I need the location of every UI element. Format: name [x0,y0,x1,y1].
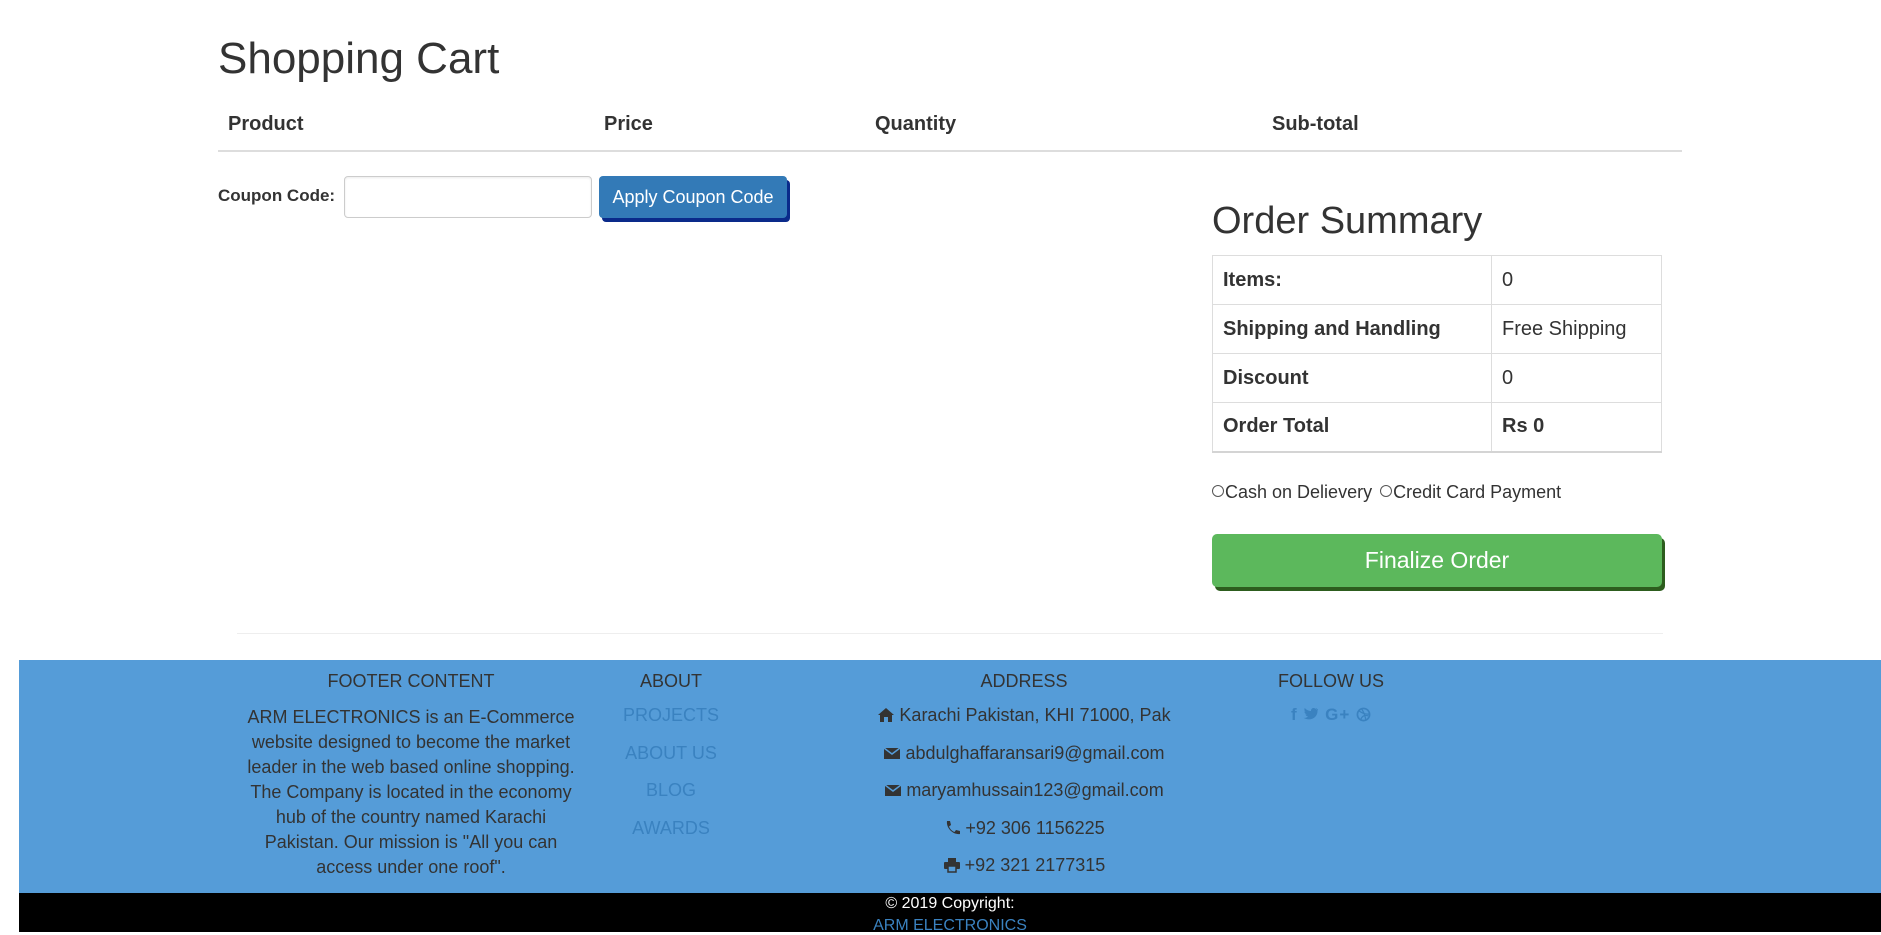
copyright-bar: © 2019 Copyright: ARM ELECTRONICS [19,893,1881,935]
page-title: Shopping Cart [218,34,500,83]
payment-options: Cash on Delievery Credit Card Payment [1212,482,1561,503]
copyright-text: © 2019 Copyright: [885,895,1015,912]
fax-text: +92 321 2177315 [964,855,1106,875]
footer-address-heading: ADDRESS [980,671,1068,691]
finalize-order-button[interactable]: Finalize Order [1212,534,1662,587]
fax-line: +92 321 2177315 [859,855,1189,876]
footer-content-heading: FOOTER CONTENT [327,671,495,691]
credit-card-radio[interactable] [1380,485,1393,497]
column-quantity: Quantity [875,113,957,135]
social-icons: f G+ [1266,705,1396,725]
divider [237,633,1663,634]
brand-link[interactable]: ARM ELECTRONICS [19,917,1881,935]
email-line: abdulghaffaransari9@gmail.com [859,743,1189,764]
print-icon [943,858,960,873]
summary-row-discount: Discount 0 [1212,353,1662,403]
cash-on-delivery-radio[interactable] [1212,485,1224,497]
summary-row-shipping: Shipping and Handling Free Shipping [1212,304,1662,354]
footer-follow-heading: FOLLOW US [1277,671,1384,691]
cash-on-delivery-label[interactable]: Cash on Delievery [1225,482,1372,502]
address-text: Karachi Pakistan, KHI 71000, Pak [899,705,1171,725]
order-summary-table: Items: 0 Shipping and Handling Free Ship… [1212,255,1662,453]
footer-about-heading: ABOUT [639,671,702,691]
footer: FOOTER CONTENT ARM ELECTRONICS is an E-C… [19,660,1881,893]
facebook-icon[interactable]: f [1291,705,1298,725]
column-product: Product [228,113,304,135]
address-line: Karachi Pakistan, KHI 71000, Pak [859,705,1189,726]
credit-card-label[interactable]: Credit Card Payment [1393,482,1561,502]
footer-link-about-us[interactable]: ABOUT US [615,743,727,764]
order-summary-title: Order Summary [1212,200,1483,242]
apply-coupon-button[interactable]: Apply Coupon Code [599,176,787,218]
twitter-icon[interactable] [1303,705,1319,725]
cart-table-header: Product Price Quantity Sub-total [218,108,1682,152]
footer-link-projects[interactable]: PROJECTS [615,705,727,726]
footer-link-awards[interactable]: AWARDS [615,818,727,839]
summary-value: Free Shipping [1491,304,1662,354]
summary-row-items: Items: 0 [1212,255,1662,305]
home-icon [878,708,895,722]
summary-label: Order Total [1212,402,1492,453]
phone-icon [947,821,961,835]
envelope-icon [884,784,902,796]
summary-label: Shipping and Handling [1212,304,1492,354]
coupon-label: Coupon Code: [218,186,336,205]
footer-link-blog[interactable]: BLOG [615,780,727,801]
summary-value: 0 [1491,255,1662,305]
email-text: maryamhussain123@gmail.com [906,780,1164,800]
phone-text: +92 306 1156225 [965,818,1105,838]
envelope-icon [884,747,901,759]
summary-row-total: Order Total Rs 0 [1212,402,1662,453]
column-price: Price [604,113,653,135]
email-line: maryamhussain123@gmail.com [859,780,1189,801]
column-subtotal: Sub-total [1272,113,1359,135]
coupon-code-input[interactable] [344,176,592,218]
summary-value: 0 [1491,353,1662,403]
summary-label: Discount [1212,353,1492,403]
email-text: abdulghaffaransari9@gmail.com [905,743,1165,763]
google-plus-icon[interactable]: G+ [1325,705,1350,725]
summary-label: Items: [1212,255,1492,305]
summary-value: Rs 0 [1491,402,1662,453]
phone-line: +92 306 1156225 [859,818,1189,839]
footer-content-text: ARM ELECTRONICS is an E-Commerce website… [247,707,575,877]
dribbble-icon[interactable] [1356,705,1371,725]
